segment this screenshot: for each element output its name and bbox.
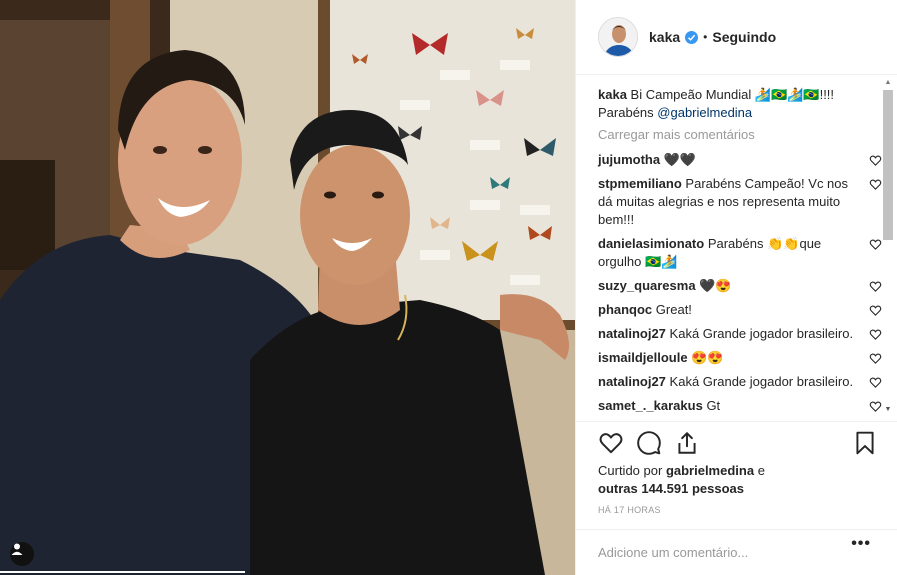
comment-text: Great! [655,302,692,317]
likes-conjunction: e [757,463,765,478]
comment-username[interactable]: stpmemiliano [598,176,682,191]
comment-like-heart-icon[interactable] [869,328,882,346]
comment-text: 🖤😍 [699,278,732,293]
post-timestamp[interactable]: HÁ 17 HORAS [598,505,661,515]
comment-text: 😍😍 [691,350,724,365]
comment-item: jujumotha 🖤🖤 [598,151,882,169]
scroll-up-arrow[interactable]: ▲ [881,78,895,88]
comment-item: phanqoc Great! [598,301,882,319]
comment-like-heart-icon[interactable] [869,352,882,370]
comment-like-heart-icon[interactable] [869,376,882,394]
comment-username[interactable]: danielasimionato [598,236,704,251]
post-side-panel: kaka • Seguindo kaka Bi Campeão Mundial … [575,0,897,575]
comment-item: natalinoj27 Kaká Grande jogador brasilei… [598,325,882,343]
likes-username[interactable]: gabrielmedina [666,463,754,478]
caption-username[interactable]: kaka [598,87,627,102]
photo-illustration [0,0,575,575]
comment-username[interactable]: natalinoj27 [598,326,666,341]
bookmark-icon[interactable] [852,430,878,456]
scrollbar-thumb[interactable] [883,90,893,240]
verified-icon [685,30,699,44]
comment-icon[interactable] [636,430,662,456]
add-comment-bar [576,529,897,575]
comment-username[interactable]: phanqoc [598,302,652,317]
load-more-comments-link[interactable]: Carregar mais comentários [598,126,870,144]
scroll-down-arrow[interactable]: ▼ [881,405,895,415]
more-options-button[interactable]: ••• [851,535,871,553]
comment-like-heart-icon[interactable] [869,304,882,322]
comment-item: stpmemiliano Parabéns Campeão! Vc nos dá… [598,175,882,229]
comments-list[interactable]: kaka Bi Campeão Mundial 🏄🇧🇷🏄🇧🇷!!!! Parab… [576,76,897,421]
post-author-username[interactable]: kaka [649,29,680,45]
post-caption: kaka Bi Campeão Mundial 🏄🇧🇷🏄🇧🇷!!!! Parab… [598,86,870,122]
post-header: kaka • Seguindo [576,0,897,75]
comment-username[interactable]: samet_._karakus [598,398,703,413]
comment-item: ismaildjelloule 😍😍 [598,349,882,367]
comment-username[interactable]: jujumotha [598,152,660,167]
likes-others[interactable]: outras 144.591 pessoas [598,481,744,496]
comment-text: Gt [706,398,721,413]
comment-text: 🖤🖤 [663,152,697,167]
heart-icon[interactable] [598,430,624,456]
comment-like-heart-icon[interactable] [869,280,882,298]
comment-username[interactable]: natalinoj27 [598,374,666,389]
comment-username[interactable]: ismaildjelloule [598,350,688,365]
user-tag-icon[interactable] [10,542,34,566]
likes-summary: Curtido por gabrielmedina e outras 144.5… [598,462,788,498]
following-button[interactable]: Seguindo [712,29,776,45]
comment-like-heart-icon[interactable] [869,154,882,172]
comment-item: danielasimionato Parabéns 👏👏que orgulho … [598,235,882,271]
caption-mention[interactable]: @gabrielmedina [657,105,752,120]
avatar[interactable] [598,17,638,57]
photo-divider [0,571,245,573]
post-photo[interactable] [0,0,575,575]
comment-like-heart-icon[interactable] [869,178,882,196]
likes-prefix: Curtido por [598,463,663,478]
comment-input[interactable] [598,545,828,560]
comment-item: natalinoj27 Kaká Grande jogador brasilei… [598,373,882,391]
comment-username[interactable]: suzy_quaresma [598,278,696,293]
comment-item: samet_._karakus Gt [598,397,882,415]
comment-like-heart-icon[interactable] [869,238,882,256]
share-icon[interactable] [674,430,700,456]
comment-item: suzy_quaresma 🖤😍 [598,277,882,295]
comment-text: Kaká Grande jogador brasileiro. [669,374,854,389]
comment-text: Kaká Grande jogador brasileiro. [669,326,854,341]
header-separator: • [703,30,708,44]
